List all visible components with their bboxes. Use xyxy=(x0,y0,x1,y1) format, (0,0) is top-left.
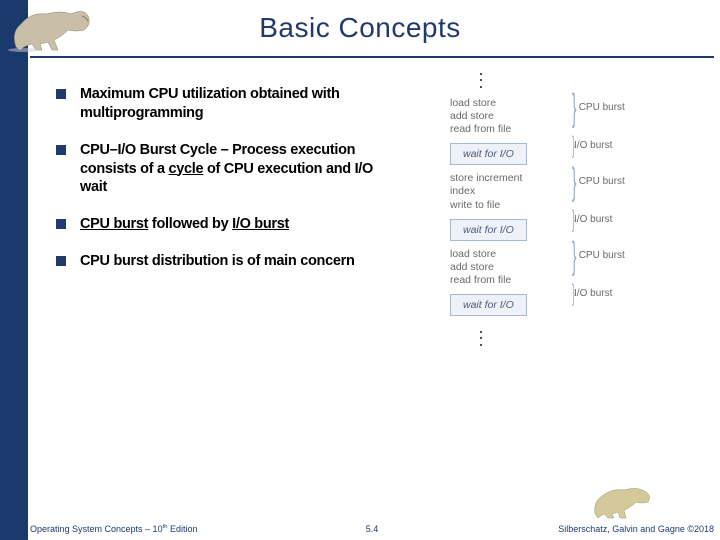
footer-left: Operating System Concepts – 10th Edition xyxy=(30,524,197,534)
title-underline xyxy=(30,56,714,58)
bullet-item: CPU burst distribution is of main concer… xyxy=(56,252,386,271)
brace-label: I/O burst xyxy=(574,288,612,299)
square-bullet-icon xyxy=(56,145,66,155)
slide: Basic Concepts Maximum CPU utilization o… xyxy=(0,0,720,540)
brace-label: CPU burst xyxy=(579,102,625,113)
bullet-text: CPU burst followed by I/O burst xyxy=(80,215,289,234)
left-sidebar xyxy=(0,0,28,540)
bullet-text: Maximum CPU utilization obtained with mu… xyxy=(80,85,386,123)
square-bullet-icon xyxy=(56,256,66,266)
bullet-list: Maximum CPU utilization obtained with mu… xyxy=(56,85,386,289)
square-bullet-icon xyxy=(56,89,66,99)
slide-footer: Operating System Concepts – 10th Edition… xyxy=(30,524,714,534)
io-wait-box: wait for I/O xyxy=(450,219,527,241)
brace-label: I/O burst xyxy=(574,140,612,151)
io-wait-box: wait for I/O xyxy=(450,294,527,316)
burst-cycle-diagram: ··· load storeadd storeread from file wa… xyxy=(420,70,700,355)
bullet-item: CPU–I/O Burst Cycle – Process execution … xyxy=(56,141,386,198)
brace-label: CPU burst xyxy=(579,176,625,187)
footer-right: Silberschatz, Galvin and Gagne ©2018 xyxy=(558,524,714,534)
square-bullet-icon xyxy=(56,219,66,229)
bullet-text: CPU burst distribution is of main concer… xyxy=(80,252,355,271)
dinosaur-icon xyxy=(590,478,660,520)
bullet-item: Maximum CPU utilization obtained with mu… xyxy=(56,85,386,123)
bullet-item: CPU burst followed by I/O burst xyxy=(56,215,386,234)
bullet-text: CPU–I/O Burst Cycle – Process execution … xyxy=(80,141,386,198)
slide-title: Basic Concepts xyxy=(0,12,720,44)
brace-label: I/O burst xyxy=(574,214,612,225)
vertical-dots-icon: ··· xyxy=(478,70,700,89)
vertical-dots-icon: ··· xyxy=(478,328,700,347)
io-wait-box: wait for I/O xyxy=(450,143,527,165)
brace-label: CPU burst xyxy=(579,250,625,261)
slide-number: 5.4 xyxy=(366,524,379,534)
